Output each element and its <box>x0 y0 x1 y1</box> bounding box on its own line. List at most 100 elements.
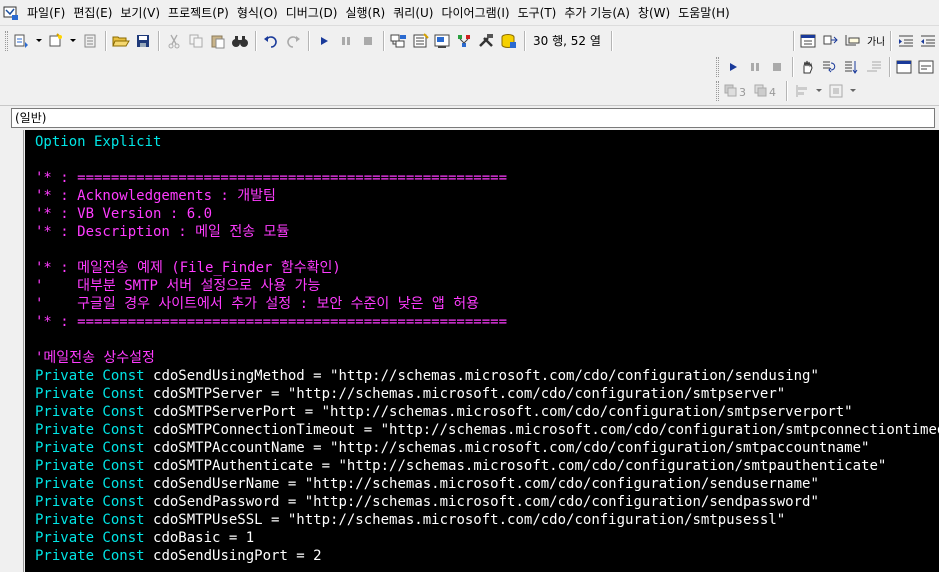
code-line[interactable]: Private Const cdoSMTPUseSSL = "http://sc… <box>35 511 939 529</box>
margin-indicator-bar[interactable] <box>10 130 24 572</box>
menu-item[interactable]: 보기(V) <box>116 2 164 24</box>
window-icon[interactable] <box>798 30 820 52</box>
toolbar-grip[interactable] <box>716 57 719 77</box>
open-folder-icon[interactable] <box>110 30 132 52</box>
break-icon[interactable] <box>335 30 357 52</box>
toolbox-icon[interactable] <box>476 30 498 52</box>
menu-item[interactable]: 다이어그램(I) <box>437 2 513 24</box>
save-icon[interactable] <box>132 30 154 52</box>
break-icon[interactable] <box>744 56 766 78</box>
cut-icon[interactable] <box>163 30 185 52</box>
menu-item[interactable]: 도구(T) <box>514 2 561 24</box>
add-form-icon[interactable] <box>45 30 67 52</box>
standard-toolbar: 30 행, 52 열 가나 <box>0 27 939 55</box>
insert-procedure-icon[interactable] <box>820 30 842 52</box>
redo-icon[interactable] <box>282 30 304 52</box>
code-line[interactable]: '* : ===================================… <box>35 169 939 187</box>
find-binoculars-icon[interactable] <box>229 30 251 52</box>
code-line[interactable]: ' 구글일 경우 사이트에서 추가 설정 : 보안 수준이 낮은 앱 허용 <box>35 295 939 313</box>
code-line[interactable]: Private Const cdoSendUsingMethod = "http… <box>35 367 939 385</box>
object-combo[interactable]: (일반) <box>11 108 935 128</box>
center-icon[interactable] <box>825 80 847 102</box>
data-view-icon[interactable] <box>498 30 520 52</box>
code-keyword: Private Const <box>35 548 145 564</box>
code-line[interactable] <box>35 241 939 259</box>
locals-window-icon[interactable] <box>894 56 916 78</box>
menu-item[interactable]: 추가 기능(A) <box>560 2 634 24</box>
send-to-back-icon[interactable]: 4 <box>752 80 782 102</box>
dropdown-arrow-icon[interactable] <box>813 80 825 102</box>
paste-icon[interactable] <box>207 30 229 52</box>
menu-item[interactable]: 형식(O) <box>233 2 282 24</box>
code-editor[interactable]: Option Explicit '* : ===================… <box>25 130 939 572</box>
toolbar-grip[interactable] <box>716 81 719 101</box>
add-project-icon[interactable] <box>11 30 33 52</box>
code-line[interactable]: '* : 메일전송 예제 (File_Finder 함수확인) <box>35 259 939 277</box>
step-into-icon[interactable] <box>819 56 841 78</box>
code-line[interactable]: Private Const cdoSMTPServerPort = "http:… <box>35 403 939 421</box>
toggle-breakpoint-hand-icon[interactable] <box>797 56 819 78</box>
immediate-window-icon[interactable] <box>916 56 938 78</box>
project-explorer-icon[interactable] <box>388 30 410 52</box>
object-browser-icon[interactable] <box>454 30 476 52</box>
code-line[interactable]: ' 대부분 SMTP 서버 설정으로 사용 가능 <box>35 277 939 295</box>
copy-icon[interactable] <box>185 30 207 52</box>
code-identifier: cdoSendUsingPort <box>153 548 288 564</box>
undo-icon[interactable] <box>260 30 282 52</box>
menu-item[interactable]: 쿼리(U) <box>389 2 437 24</box>
menu-item[interactable]: 실행(R) <box>341 2 389 24</box>
dropdown-arrow-icon[interactable] <box>847 80 859 102</box>
form-layout-icon[interactable] <box>432 30 454 52</box>
code-line[interactable]: Private Const cdoSendPassword = "http://… <box>35 493 939 511</box>
code-keyword: Private Const <box>35 512 145 528</box>
code-line[interactable]: '* : Description : 메일 전송 모듈 <box>35 223 939 241</box>
properties-window-icon[interactable] <box>410 30 432 52</box>
code-comment: '* : VB Version : 6.0 <box>35 206 213 222</box>
code-line[interactable]: Private Const cdoSendUserName = "http://… <box>35 475 939 493</box>
code-line[interactable]: '* : Acknowledgements : 개발팀 <box>35 187 939 205</box>
code-line[interactable]: Private Const cdoSMTPServer = "http://sc… <box>35 385 939 403</box>
indent-icon[interactable] <box>895 30 917 52</box>
bring-front-number: 3 <box>739 86 746 99</box>
menu-item[interactable]: 파일(F) <box>23 2 69 24</box>
menu-item[interactable]: 편집(E) <box>69 2 116 24</box>
menu-item[interactable]: 창(W) <box>634 2 674 24</box>
code-line[interactable] <box>35 331 939 349</box>
code-value: = 2 <box>287 548 322 564</box>
code-value: = "http://schemas.microsoft.com/cdo/conf… <box>304 368 819 384</box>
menu-item[interactable]: 도움말(H) <box>674 2 734 24</box>
code-line[interactable]: Private Const cdoSMTPAccountName = "http… <box>35 439 939 457</box>
code-line[interactable]: Option Explicit <box>35 133 939 151</box>
code-line[interactable] <box>35 151 939 169</box>
code-identifier: cdoBasic <box>153 530 221 546</box>
code-line[interactable]: Private Const cdoSMTPAuthenticate = "htt… <box>35 457 939 475</box>
vb-app-icon[interactable] <box>3 5 19 21</box>
menu-editor-icon[interactable] <box>79 30 101 52</box>
menu-item[interactable]: 디버그(D) <box>282 2 342 24</box>
code-line[interactable]: '메일전송 상수설정 <box>35 349 939 367</box>
toolbar-grip[interactable] <box>5 30 8 51</box>
code-line[interactable]: Private Const cdoSMTPConnectionTimeout =… <box>35 421 939 439</box>
bring-to-front-icon[interactable]: 3 <box>722 80 752 102</box>
code-line[interactable]: '* : VB Version : 6.0 <box>35 205 939 223</box>
step-over-icon[interactable] <box>841 56 863 78</box>
code-comment: '* : ===================================… <box>35 314 508 330</box>
stop-icon[interactable] <box>357 30 379 52</box>
step-out-icon[interactable] <box>863 56 885 78</box>
code-line[interactable]: '* : ===================================… <box>35 313 939 331</box>
dropdown-arrow-icon[interactable] <box>67 30 79 52</box>
parameter-info-icon[interactable]: 가나 <box>864 30 886 52</box>
code-line[interactable]: Private Const cdoBasic = 1 <box>35 529 939 547</box>
align-icon[interactable] <box>791 80 813 102</box>
code-keyword: Private Const <box>35 386 145 402</box>
outdent-icon[interactable] <box>917 30 939 52</box>
run-icon[interactable] <box>313 30 335 52</box>
edit-toolbar: 3 4 <box>711 77 939 105</box>
quick-info-icon[interactable] <box>842 30 864 52</box>
menu-item[interactable]: 프로젝트(P) <box>164 2 233 24</box>
run-icon[interactable] <box>722 56 744 78</box>
dropdown-arrow-icon[interactable] <box>33 30 45 52</box>
stop-icon[interactable] <box>766 56 788 78</box>
code-line[interactable]: Private Const cdoSendUsingPort = 2 <box>35 547 939 565</box>
